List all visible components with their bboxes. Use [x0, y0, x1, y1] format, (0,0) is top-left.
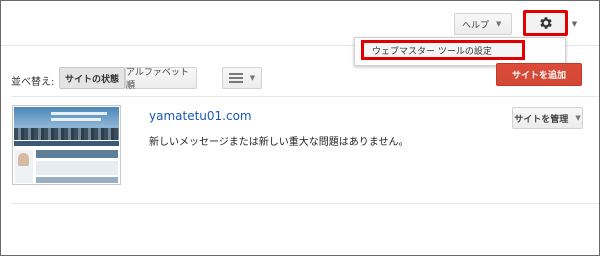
gear-icon [539, 17, 552, 29]
site-thumbnail[interactable] [12, 105, 121, 185]
divider [11, 96, 599, 97]
chevron-down-icon: ▼ [496, 20, 502, 28]
site-status-message: 新しいメッセージまたは新しい重大な問題はありません。 [149, 137, 409, 148]
chevron-down-icon: ▼ [571, 20, 578, 28]
webmaster-tools-frame: ヘルプ ▼ ▼ ウェブマスター ツールの設定 並べ替え: サイトの状態 アルファ… [0, 0, 600, 256]
settings-dropdown-caret[interactable]: ▼ [568, 13, 581, 35]
list-view-icon [228, 73, 243, 83]
sort-alphabetical-button[interactable]: アルファベット順 [125, 67, 197, 91]
divider [11, 203, 599, 204]
sort-label: 並べ替え: [11, 77, 55, 88]
menu-item-webmaster-settings[interactable]: ウェブマスター ツールの設定 [361, 40, 525, 60]
view-options-button[interactable]: ▼ [222, 67, 262, 89]
help-label: ヘルプ [462, 20, 490, 31]
settings-menu: ウェブマスター ツールの設定 [354, 37, 566, 66]
site-link[interactable]: yamatetu01.com [149, 109, 252, 123]
help-button[interactable]: ヘルプ ▼ [454, 13, 512, 35]
sort-by-status-button[interactable]: サイトの状態 [59, 67, 125, 89]
chevron-down-icon: ▼ [249, 74, 256, 82]
chevron-down-icon: ▼ [575, 114, 581, 122]
manage-site-button[interactable]: サイトを管理 ▼ [512, 107, 583, 129]
settings-button[interactable] [523, 10, 568, 36]
manage-site-label: サイトを管理 [514, 114, 569, 125]
add-site-button[interactable]: サイトを追加 [496, 63, 582, 86]
